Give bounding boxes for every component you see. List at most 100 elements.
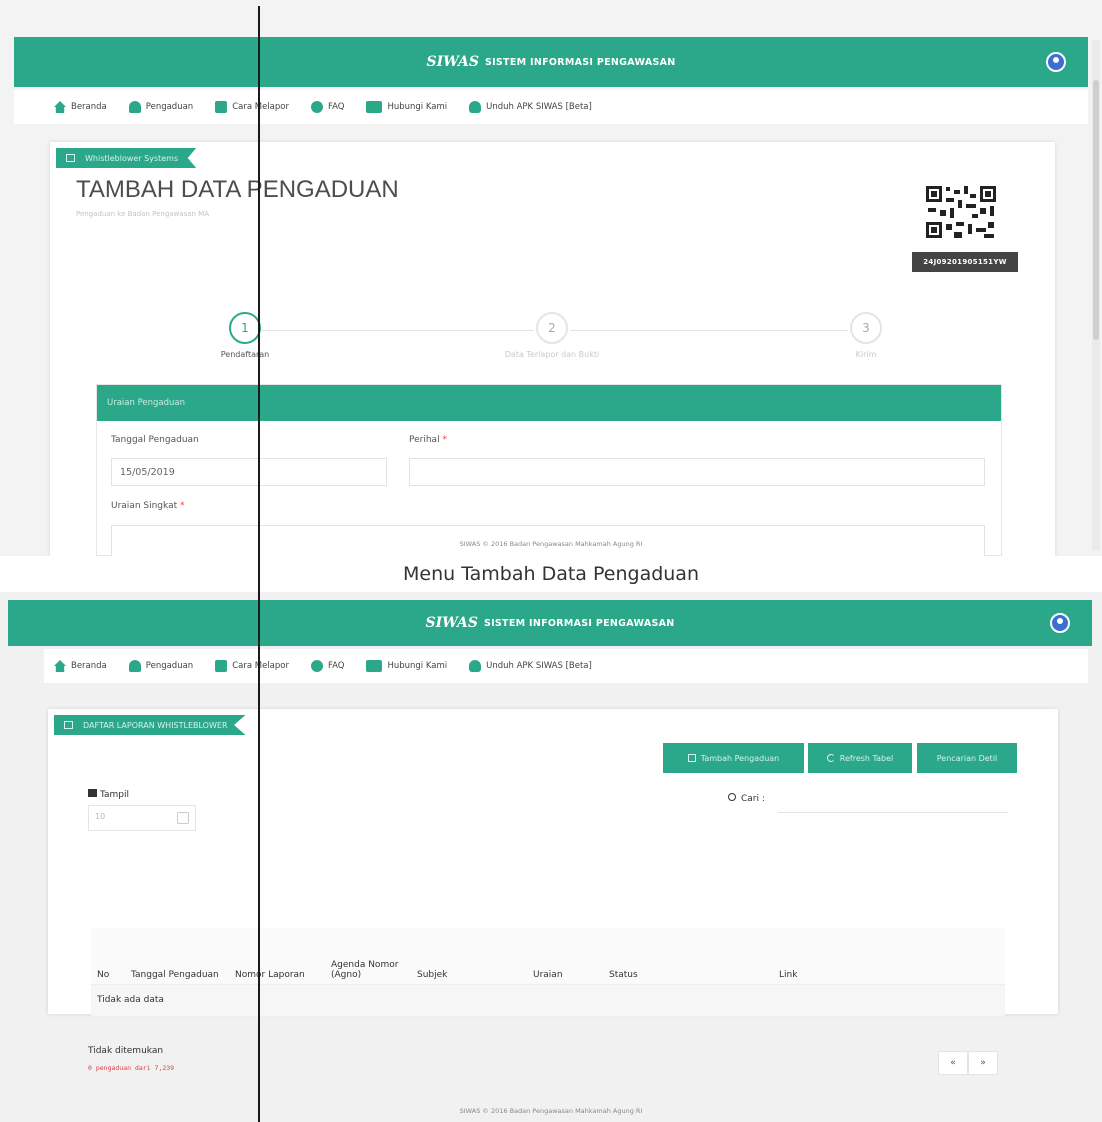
nav-item-hubungi-kami[interactable]: Hubungi Kami [366,660,447,672]
main-nav: Beranda Pengaduan Cara Melapor FAQ Hubun… [44,649,1088,683]
step-circle: 1 [229,312,261,344]
mail-icon [366,101,383,113]
tanggal-input[interactable]: 15/05/2019 [111,458,387,486]
calendar-icon [64,721,73,729]
tambah-pengaduan-button[interactable]: Tambah Pengaduan [663,743,804,773]
nav-label: Cara Melapor [232,102,289,112]
pager-next-button[interactable]: » [968,1051,998,1075]
print-icon [88,789,97,797]
users-icon [128,101,141,113]
tampil-value: 10 [95,812,106,821]
perihal-input[interactable] [409,458,985,486]
caption: Menu Tambah Data Pengaduan [0,556,1102,592]
step-3[interactable]: 3 Kirim [826,312,906,359]
question-icon [310,660,323,672]
brand[interactable]: SIWAS SISTEM INFORMASI PENGAWASAN [425,615,674,631]
qr-code-text: 24J09201905151YW [912,252,1018,272]
nav-item-cara-melapor[interactable]: Cara Melapor [215,101,289,113]
tambah-pengaduan-panel: Whistleblower Systems TAMBAH DATA PENGAD… [50,142,1055,557]
android-icon [469,660,482,672]
page-footer: SIWAS © 2016 Badan Pengawasan Mahkamah A… [459,540,643,548]
qr-code-icon [924,184,998,240]
brand-logo: SIWAS [425,615,478,631]
step-2[interactable]: 2 Data Terlapor dan Bukti [482,312,622,359]
table-row: Tidak ada data [91,984,1005,1016]
step-label: Data Terlapor dan Bukti [504,350,600,359]
tampil-select[interactable]: 10 [88,805,196,831]
column-header[interactable]: Uraian [527,928,603,985]
step-label: Kirim [855,350,877,359]
tampil-text: Tampil [100,790,130,800]
tanggal-label: Tanggal Pengaduan [111,435,199,445]
nav-item-pengaduan[interactable]: Pengaduan [128,660,193,672]
empty-row-text: Tidak ada data [91,984,1005,1016]
uraian-label-text: Uraian Singkat [111,501,178,511]
column-header[interactable]: Status [603,928,773,985]
nav-item-unduh-apk[interactable]: Unduh APK SIWAS [Beta] [469,660,592,672]
page-footer: SIWAS © 2016 Badan Pengawasan Mahkamah A… [459,1107,643,1115]
screenshot-tambah-data: SIWAS SISTEM INFORMASI PENGAWASAN Berand… [0,0,1102,557]
nav-item-faq[interactable]: FAQ [310,660,344,672]
uraian-label: Uraian Singkat * [111,501,185,511]
nav-item-hubungi-kami[interactable]: Hubungi Kami [366,101,447,113]
mail-icon [366,660,383,672]
search-input[interactable] [778,791,1008,813]
android-icon [469,101,482,113]
pencarian-detil-button[interactable]: Pencarian Detil [917,743,1017,773]
column-header[interactable]: Nomor Laporan [229,928,325,985]
step-1[interactable]: 1 Pendaftaran [190,312,300,359]
nav-item-beranda[interactable]: Beranda [54,660,107,672]
form-header: Uraian Pengaduan [97,385,1001,421]
user-menu-icon[interactable] [1046,52,1066,72]
column-header[interactable]: Link [773,928,1005,985]
users-icon [128,660,141,672]
refresh-tabel-button[interactable]: Refresh Tabel [808,743,912,773]
nav-label: Beranda [71,661,107,671]
nav-label: Unduh APK SIWAS [Beta] [486,661,592,671]
screenshot-daftar-laporan: SIWAS SISTEM INFORMASI PENGAWASAN Berand… [0,592,1102,1122]
book-icon [215,660,228,672]
ribbon-label: DAFTAR LAPORAN WHISTLEBLOWER [83,720,228,730]
nav-label: Beranda [71,102,107,112]
nav-label: Hubungi Kami [387,661,448,671]
laporan-table: No Tanggal Pengaduan Nomor Laporan Agend… [91,928,1005,1016]
nav-item-unduh-apk[interactable]: Unduh APK SIWAS [Beta] [469,101,592,113]
search-text: Cari : [741,794,765,804]
table-header-row: No Tanggal Pengaduan Nomor Laporan Agend… [91,928,1005,985]
nav-label: Pengaduan [145,102,194,112]
calendar-icon [66,154,75,162]
scrollbar-thumb[interactable] [1093,80,1099,340]
column-header[interactable]: Agenda Nomor (Agno) [325,928,411,985]
chevron-down-icon [177,812,189,824]
book-icon [215,101,228,113]
question-icon [310,101,323,113]
required-mark: * [180,501,185,511]
column-header[interactable]: Subjek [411,928,527,985]
top-header-bar: SIWAS SISTEM INFORMASI PENGAWASAN [8,600,1092,646]
pager-prev-button[interactable]: « [938,1051,968,1075]
brand-logo: SIWAS [426,54,479,70]
nav-label: Unduh APK SIWAS [Beta] [486,102,592,112]
tampil-label: Tampil [88,789,129,800]
column-header[interactable]: Tanggal Pengaduan [125,928,229,985]
scrollbar[interactable] [1092,40,1100,550]
main-nav: Beranda Pengaduan Cara Melapor FAQ Hubun… [14,90,1088,124]
nav-item-cara-melapor[interactable]: Cara Melapor [215,660,289,672]
nav-label: Cara Melapor [232,661,289,671]
perihal-label: Perihal * [409,435,447,445]
step-circle: 3 [850,312,882,344]
nav-item-pengaduan[interactable]: Pengaduan [128,101,194,113]
panel-ribbon: Whistleblower Systems [56,148,197,168]
page-subtitle: Pengaduan ke Badan Pengawasan MA [76,210,209,218]
ribbon-label: Whistleblower Systems [85,153,179,163]
column-header[interactable]: No [91,928,125,985]
button-label: Pencarian Detil [936,753,998,763]
table-info: Tidak ditemukan [88,1046,164,1056]
page-title: TAMBAH DATA PENGADUAN [76,176,399,203]
brand[interactable]: SIWAS SISTEM INFORMASI PENGAWASAN [426,54,675,70]
brand-title: SISTEM INFORMASI PENGAWASAN [484,56,676,68]
nav-item-faq[interactable]: FAQ [310,101,344,113]
count-note: 0 pengaduan dari 7,239 [88,1064,175,1072]
nav-item-beranda[interactable]: Beranda [54,101,107,113]
user-menu-icon[interactable] [1050,613,1070,633]
